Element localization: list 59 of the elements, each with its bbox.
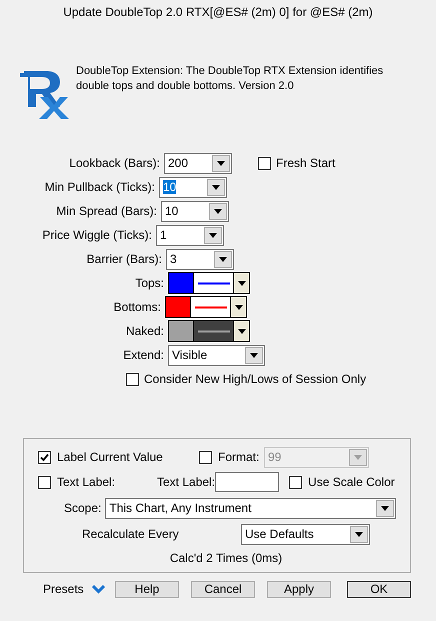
checkbox-label: Use Scale Color [308, 474, 395, 491]
dropdown[interactable]: 10 [159, 176, 227, 198]
checkbox[interactable] [126, 372, 139, 386]
field-label: Extend: [122, 347, 165, 364]
checkbox-label: Label Current Value [57, 449, 164, 466]
dialog-button[interactable]: Cancel [191, 580, 255, 598]
checkbox-label: Fresh Start [276, 155, 336, 172]
dropdown[interactable]: 10 [161, 200, 229, 222]
field-label: Tops: [134, 275, 165, 292]
caret-icon [238, 280, 246, 286]
checkbox-label: Text Label: [57, 474, 116, 491]
dropdown[interactable]: Visible [168, 344, 265, 366]
caret-icon [250, 352, 258, 358]
field-label: Naked: [124, 323, 165, 340]
dialog-button[interactable]: Apply [267, 580, 331, 598]
checkbox[interactable] [38, 450, 51, 464]
field-label: Bottoms: [112, 299, 162, 316]
line-sample-icon [198, 330, 230, 332]
dropdown[interactable]: 1 [156, 224, 224, 246]
line-style-picker[interactable] [168, 272, 250, 294]
caret-icon [354, 454, 362, 460]
caret-icon [355, 532, 363, 536]
field-label: Lookback (Bars): [68, 155, 161, 172]
checkbox-label: Consider New High/Lows of Session Only [144, 371, 366, 388]
caret-icon [217, 160, 225, 166]
caret-icon [214, 208, 222, 214]
checkbox[interactable] [258, 156, 271, 170]
field-label: Price Wiggle (Ticks): [41, 227, 153, 244]
scope-dropdown[interactable]: This Chart, Any Instrument [105, 498, 396, 518]
window-title: Update DoubleTop 2.0 RTX[@ES# (2m) 0] for @ES# (2m) [62, 4, 374, 21]
caret-icon [238, 328, 246, 334]
line-style-picker[interactable] [165, 296, 247, 318]
description-text: DoubleTop Extension: The DoubleTop RTX Extension identifies double tops and double bottoms. Version 2.0 [76, 64, 384, 94]
chevron-down-icon [92, 584, 105, 594]
dropdown[interactable]: 3 [166, 248, 234, 270]
field-label: Recalculate Every [82, 526, 180, 543]
checkbox[interactable] [289, 476, 302, 488]
dropdown[interactable]: 200 [164, 152, 232, 174]
line-sample-icon [198, 282, 230, 284]
field-label: Scope: [64, 500, 102, 517]
recalculate-dropdown[interactable]: Use Defaults [241, 524, 370, 544]
caret-icon [381, 506, 389, 510]
caret-icon [212, 184, 220, 190]
field-label: Min Spread (Bars): [55, 203, 158, 220]
field-label: Text Label: [157, 474, 216, 491]
dialog-button[interactable]: Help [115, 580, 179, 598]
field-label: Min Pullback (Ticks): [44, 179, 156, 196]
text-label-field[interactable] [215, 472, 280, 492]
caret-icon [219, 256, 227, 262]
line-sample-icon [194, 306, 226, 308]
presets-button[interactable]: Presets [43, 580, 105, 598]
field-label: Barrier (Bars): [86, 251, 163, 268]
dialog-button[interactable]: OK [347, 580, 411, 598]
calc-status-text: Calc'd 2 Times (0ms) [170, 550, 282, 567]
caret-icon [209, 232, 217, 238]
line-style-picker[interactable] [168, 320, 250, 342]
checkbox[interactable] [38, 476, 51, 488]
checkbox-label: Format: [218, 449, 260, 466]
caret-icon [234, 304, 242, 310]
